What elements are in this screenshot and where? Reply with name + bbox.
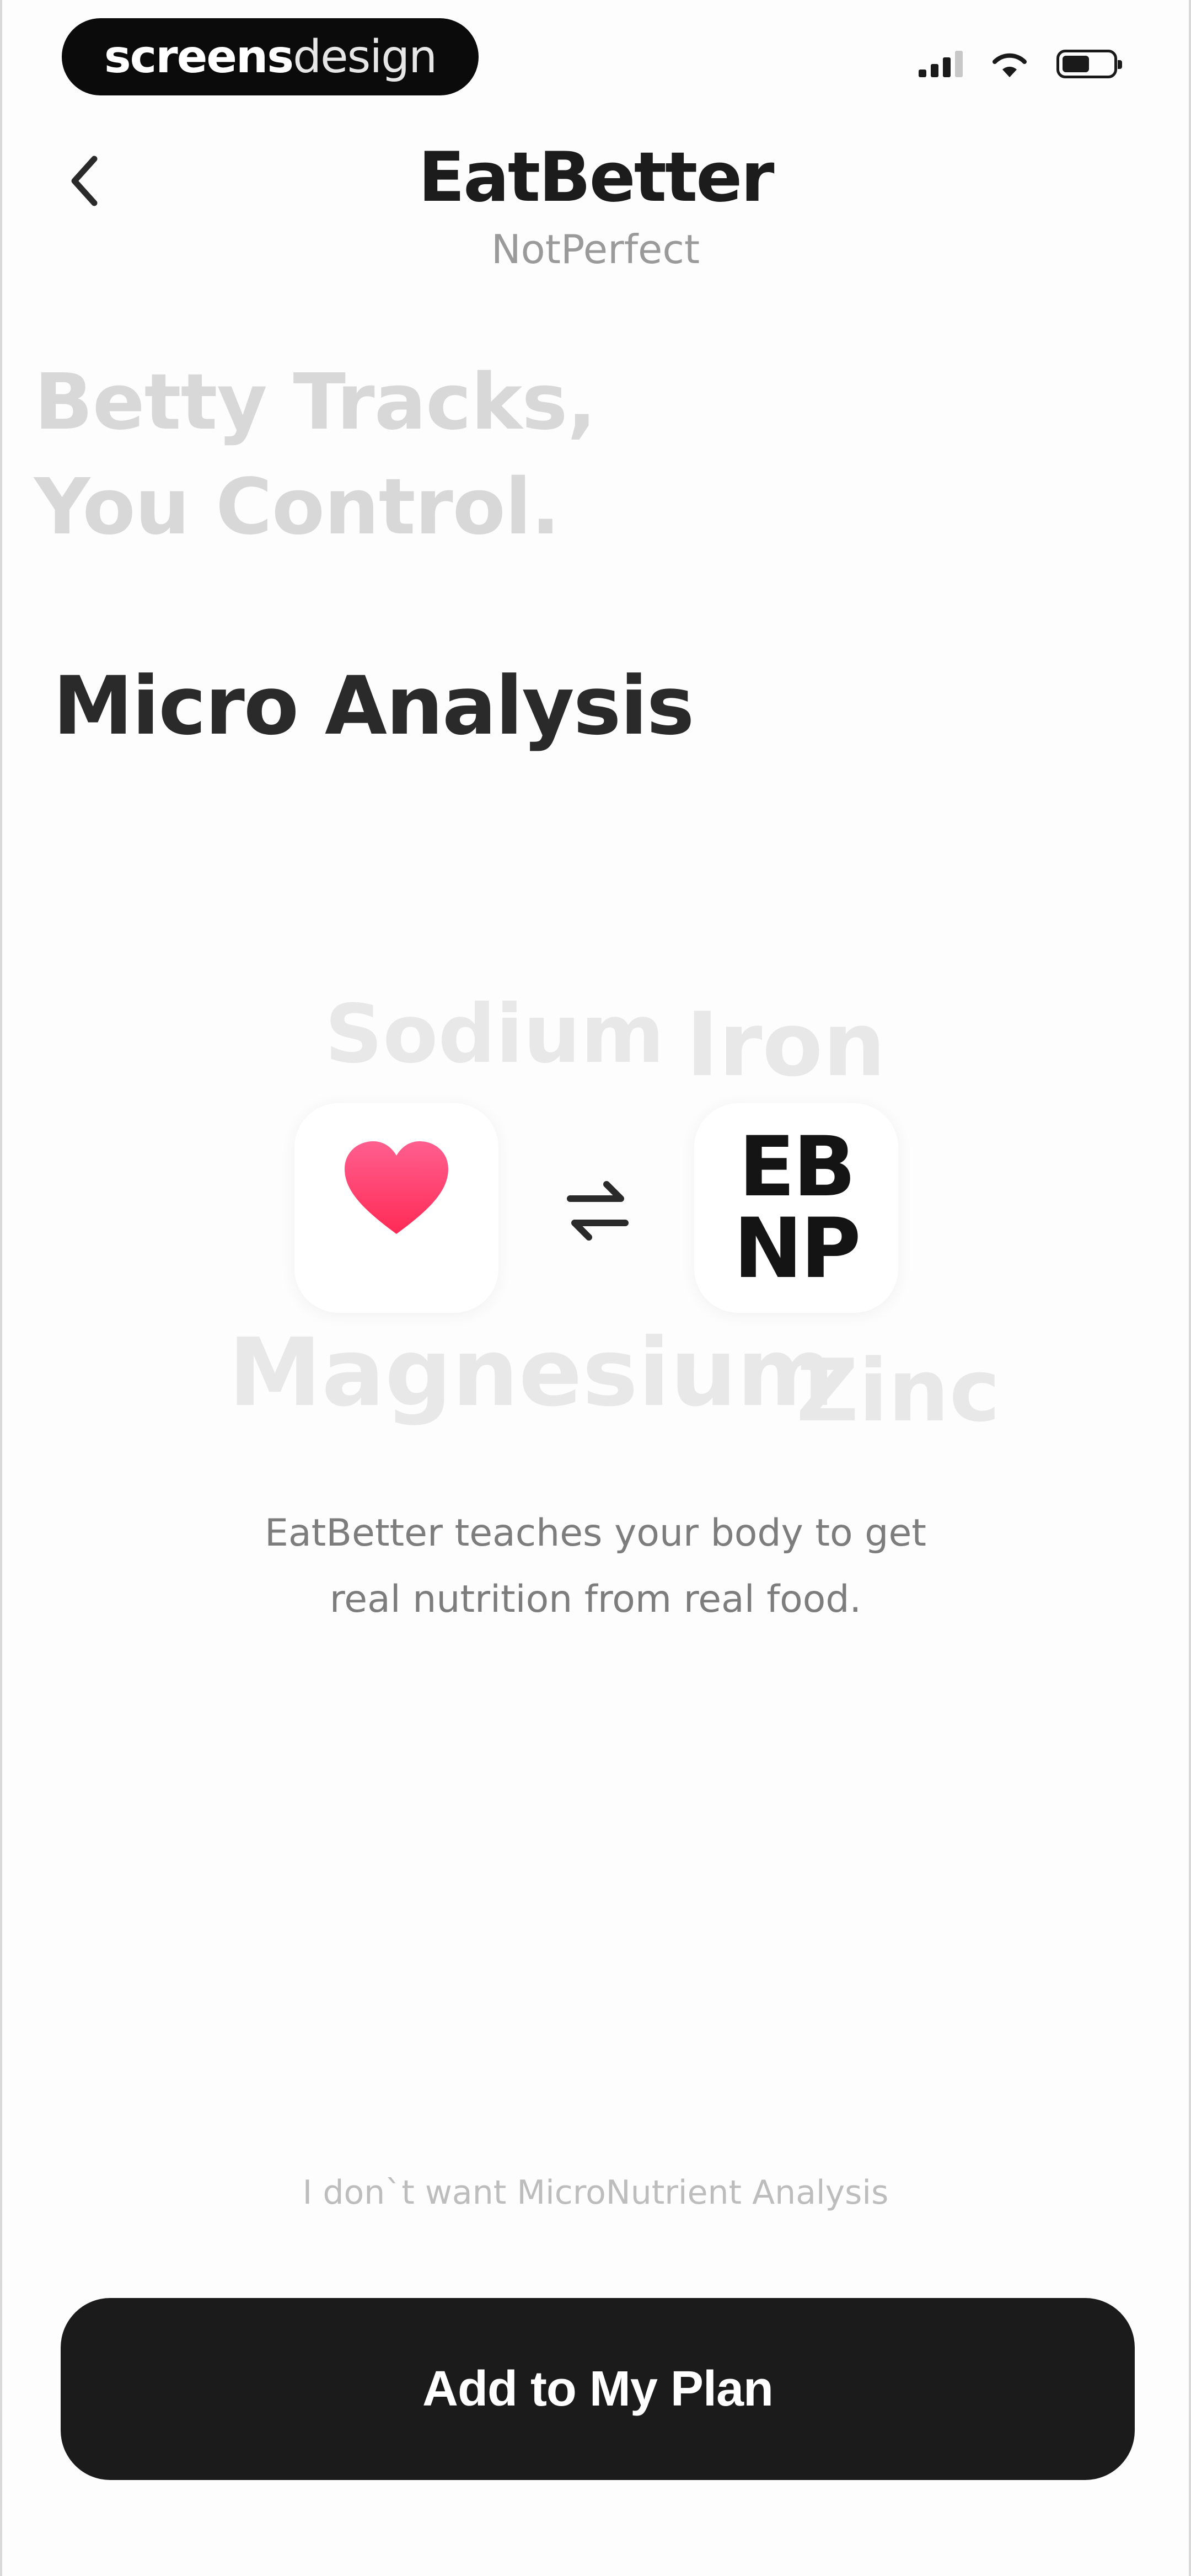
description-line-2: real nutrition from real food. [329,1578,862,1621]
nutrient-sodium: Sodium [325,987,665,1081]
status-icons [919,50,1122,78]
section-title: Micro Analysis [53,659,695,753]
health-app-tile [294,1103,498,1313]
logo-line-2: NP [733,1201,861,1297]
add-to-plan-button[interactable]: Add to My Plan [61,2298,1135,2480]
description: EatBetter teaches your body to get real … [146,1500,1045,1633]
app-title: EatBetter [418,138,774,217]
badge-text-bold: screens [104,30,294,83]
tagline-line-1: Betty Tracks, [34,357,597,447]
battery-icon [1056,50,1122,78]
nutrient-iron: Iron [686,993,886,1096]
signal-icon [919,51,963,77]
badge-text-light: design [293,30,437,83]
skip-analysis-link[interactable]: I don`t want MicroNutrient Analysis [2,2173,1189,2212]
screensdesign-badge: screens design [62,18,479,95]
app-subtitle: NotPerfect [491,226,700,272]
heart-icon [345,1141,448,1234]
logo-line-1: EB [738,1119,856,1215]
tagline-line-2: You Control. [34,462,560,552]
swap-arrows-icon [567,1181,629,1241]
screen: screens design EatBetter NotPerfect Betty… [0,0,1191,2576]
eatbetter-app-tile: EB NP [694,1103,898,1313]
nutrient-zinc: Zinc [796,1340,1001,1441]
nutrient-magnesium: Magnesium [228,1318,835,1428]
tagline: Betty Tracks, You Control. [34,350,597,560]
wifi-icon [993,53,1027,77]
description-line-1: EatBetter teaches your body to get [265,1511,926,1555]
eatbetter-logo: EB NP [733,1119,861,1297]
